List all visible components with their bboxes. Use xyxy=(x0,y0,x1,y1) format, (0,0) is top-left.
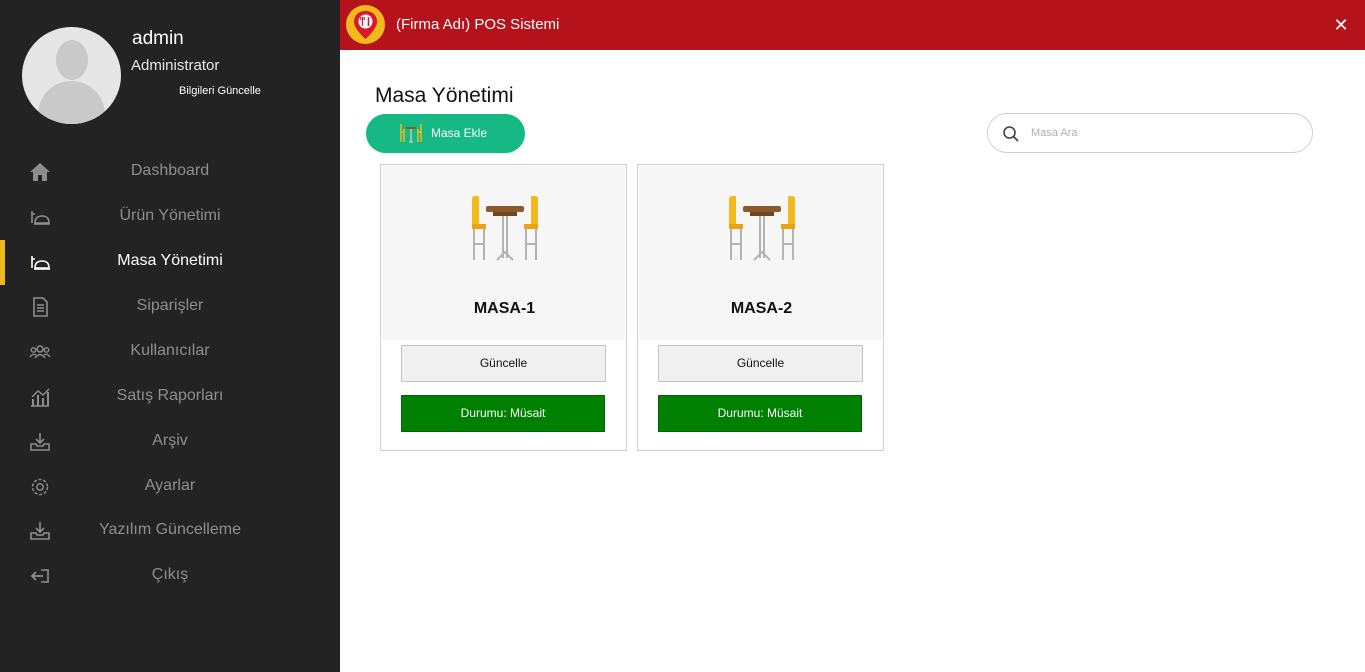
update-table-button[interactable]: Güncelle xyxy=(401,345,606,382)
close-button[interactable]: ✕ xyxy=(1330,14,1352,36)
avatar xyxy=(22,27,121,124)
table-card: MASA-1 Güncelle Durumu: Müsait xyxy=(380,164,627,451)
sidebar-item-label: Satış Raporları xyxy=(116,387,224,404)
bar-table-icon xyxy=(727,194,797,264)
sidebar: admin Administrator Bilgileri Güncelle D… xyxy=(0,0,340,672)
sidebar-item-label: Dashboard xyxy=(130,162,210,179)
sidebar-item-dashboard[interactable]: Dashboard xyxy=(0,150,340,195)
table-name: MASA-2 xyxy=(730,300,793,317)
search-input[interactable] xyxy=(1031,123,1291,143)
bar-table-icon xyxy=(470,194,540,264)
update-info-link[interactable]: Bilgileri Güncelle xyxy=(179,85,261,97)
sidebar-item-tables[interactable]: Masa Yönetimi xyxy=(0,240,340,285)
user-name: admin xyxy=(132,28,184,49)
page-title: Masa Yönetimi xyxy=(375,84,514,107)
sidebar-item-orders[interactable]: Siparişler xyxy=(0,285,340,330)
user-role: Administrator xyxy=(131,57,220,74)
sidebar-item-label: Arşiv xyxy=(152,432,188,449)
sidebar-item-users[interactable]: Kullanıcılar xyxy=(0,330,340,375)
sidebar-item-label: Siparişler xyxy=(136,297,204,314)
sidebar-item-label: Çıkış xyxy=(151,566,189,583)
search-icon xyxy=(1002,125,1020,143)
title-bar: (Firma Adı) POS Sistemi ✕ xyxy=(340,0,1365,50)
table-card: MASA-2 Güncelle Durumu: Müsait xyxy=(637,164,884,451)
add-table-label: Masa Ekle xyxy=(431,126,488,140)
table-card-header: MASA-2 xyxy=(639,166,882,340)
avatar-head xyxy=(56,40,88,80)
sidebar-item-settings[interactable]: Ayarlar xyxy=(0,465,340,510)
sidebar-item-sales-reports[interactable]: Satış Raporları xyxy=(0,375,340,420)
update-table-button[interactable]: Güncelle xyxy=(658,345,863,382)
sidebar-item-products[interactable]: Ürün Yönetimi xyxy=(0,195,340,240)
add-table-button[interactable]: Masa Ekle xyxy=(366,114,525,153)
sidebar-item-software-update[interactable]: Yazılım Güncelleme xyxy=(0,509,340,554)
sidebar-item-label: Yazılım Güncelleme xyxy=(99,521,241,538)
table-status-button[interactable]: Durumu: Müsait xyxy=(658,395,862,432)
table-icon xyxy=(400,123,422,143)
app-logo-icon xyxy=(346,5,385,44)
sidebar-item-logout[interactable]: Çıkış xyxy=(0,554,340,599)
search-box[interactable] xyxy=(987,113,1313,153)
table-card-header: MASA-1 xyxy=(382,166,625,340)
sidebar-item-label: Kullanıcılar xyxy=(130,342,210,359)
sidebar-item-label: Masa Yönetimi xyxy=(117,252,223,269)
sidebar-item-label: Ayarlar xyxy=(144,477,196,494)
sidebar-item-archive[interactable]: Arşiv xyxy=(0,420,340,465)
table-status-button[interactable]: Durumu: Müsait xyxy=(401,395,605,432)
app-title: (Firma Adı) POS Sistemi xyxy=(396,16,560,33)
avatar-body xyxy=(38,81,105,124)
sidebar-item-label: Ürün Yönetimi xyxy=(119,207,221,224)
table-name: MASA-1 xyxy=(473,300,536,317)
